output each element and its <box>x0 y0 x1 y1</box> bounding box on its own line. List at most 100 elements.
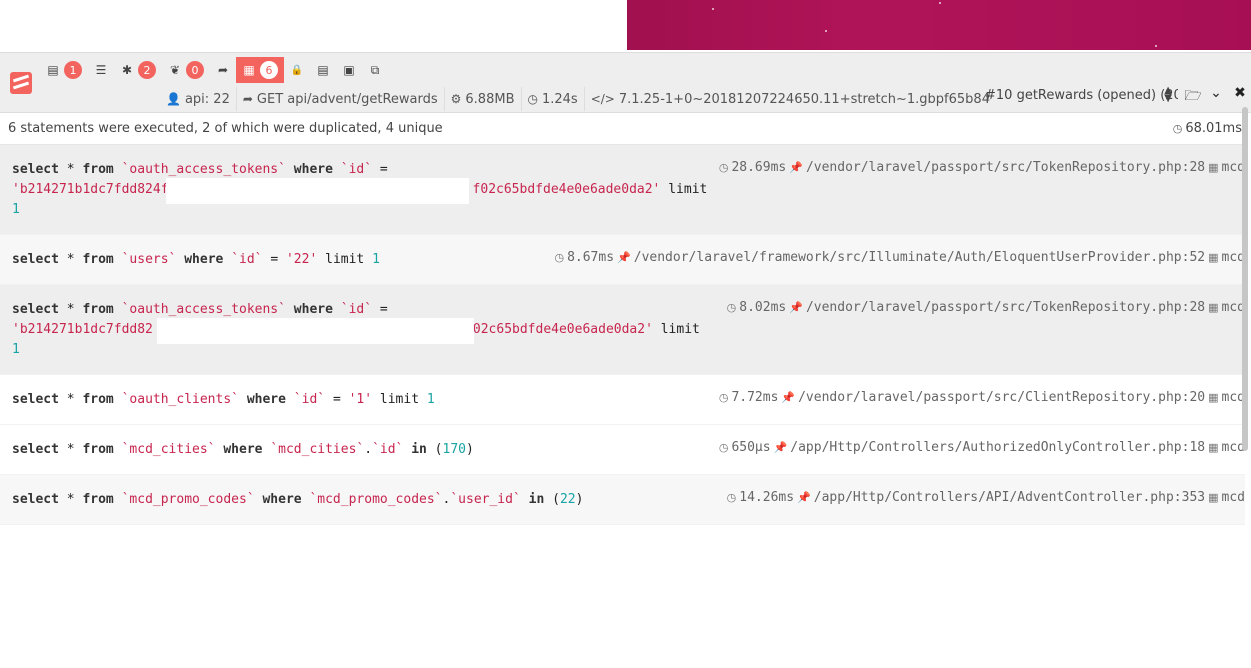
time-label: 1.24s <box>541 91 578 107</box>
query-meta: ◷ 8.02ms 📌 /vendor/laravel/passport/src/… <box>727 300 1245 315</box>
select-caret-icon: ▲ ▼ <box>1164 85 1172 104</box>
query-source-path[interactable]: /vendor/laravel/passport/src/TokenReposi… <box>806 300 1205 315</box>
query-meta: ◷ 8.67ms 📌 /vendor/laravel/framework/src… <box>554 250 1245 265</box>
tab-timeline[interactable]: ☰ <box>88 57 114 83</box>
messages-icon: ▤ <box>47 63 59 77</box>
share-icon: ➦ <box>242 92 253 106</box>
messages-count-badge: 1 <box>64 61 82 79</box>
clock-icon: ◷ <box>554 251 565 264</box>
query-meta: ◷ 28.69ms 📌 /vendor/laravel/passport/src… <box>719 160 1245 175</box>
clock-icon: ◷ <box>726 301 737 314</box>
query-row[interactable]: select * from `mcd_promo_codes` where `m… <box>0 475 1245 525</box>
tab-route[interactable]: ➦ <box>210 57 236 83</box>
debugbar: ▤ 1 ☰ ✱ 2 ❦ 0 ➦ ▦ 6 🔒 ▤ ▣ ⧉ 👤 api: 22 ➦ … <box>0 52 1251 668</box>
auth-user-label: api: 22 <box>184 91 230 107</box>
query-row[interactable]: select * from `oauth_clients` where `id`… <box>0 375 1245 425</box>
database-icon: ▦ <box>243 63 255 77</box>
database-icon: ▦ <box>1208 301 1219 314</box>
queries-count-badge: 6 <box>260 61 278 79</box>
open-folder-icon[interactable]: 🗁 <box>1184 85 1202 109</box>
minimize-icon[interactable]: ⌄ <box>1207 85 1225 101</box>
query-meta: ◷ 650μs 📌 /app/Http/Controllers/Authoriz… <box>719 440 1245 455</box>
query-row[interactable]: select * from `users``oauth_access_token… <box>0 145 1245 235</box>
tab-request[interactable]: ▤ <box>310 57 336 83</box>
query-meta: ◷ 14.26ms 📌 /app/Http/Controllers/API/Ad… <box>727 490 1245 505</box>
thumbtack-icon: 📌 <box>617 251 631 264</box>
query-duration: 14.26ms <box>739 490 795 505</box>
views-count-badge: 0 <box>186 61 204 79</box>
query-meta: ◷ 7.72ms 📌 /vendor/laravel/passport/src/… <box>719 390 1245 405</box>
thumbtack-icon: 📌 <box>781 391 796 404</box>
query-sql: select * from `oauth_clients` where `id`… <box>12 392 435 407</box>
query-duration: 28.69ms <box>731 160 787 175</box>
query-duration: 650μs <box>731 440 771 455</box>
tab-tags[interactable]: ⧉ <box>362 57 388 83</box>
memory-indicator[interactable]: ⚙ 6.88MB <box>445 87 522 111</box>
page-banner <box>627 0 1251 50</box>
clock-icon: ◷ <box>726 491 737 504</box>
lock-icon: 🔒 <box>290 64 304 76</box>
query-source-path[interactable]: /vendor/laravel/framework/src/Illuminate… <box>634 250 1205 265</box>
thumbtack-icon: 📌 <box>797 491 811 504</box>
query-row[interactable]: select * from `oauth_access_tokens` wher… <box>0 285 1245 375</box>
tab-messages[interactable]: ▤ 1 <box>40 57 88 83</box>
query-sql: select * from `users` where `id` = '22' … <box>12 252 380 267</box>
query-duration: 7.72ms <box>731 390 779 405</box>
debugbar-logo-icon[interactable] <box>10 72 32 94</box>
php-version-indicator[interactable]: </> 7.1.25-1+0~20181207224650.11+stretch… <box>585 87 996 111</box>
tab-queries[interactable]: ▦ 6 <box>236 57 284 83</box>
query-source-path[interactable]: /app/Http/Controllers/API/AdventControll… <box>814 490 1205 505</box>
clock-icon: ◷ <box>718 441 729 454</box>
close-icon[interactable]: ✖ <box>1231 85 1249 101</box>
auth-user-indicator[interactable]: 👤 api: 22 <box>160 87 237 111</box>
host-page <box>0 0 1251 52</box>
route-label: GET api/advent/getRewards <box>256 91 438 107</box>
route-icon: ➦ <box>217 63 229 77</box>
archive-icon: ▣ <box>343 63 355 77</box>
database-icon: ▦ <box>1208 391 1219 404</box>
query-row[interactable]: select * from `mcd_cities` where `mcd_ci… <box>0 425 1245 475</box>
memory-label: 6.88MB <box>465 91 515 107</box>
tab-auth[interactable]: 🔒 <box>284 57 310 83</box>
query-row[interactable]: select * from `users` where `id` = '22' … <box>0 235 1245 285</box>
query-duration: 8.67ms <box>567 250 615 265</box>
clock-icon: ◷ <box>527 92 538 106</box>
database-icon: ▦ <box>1208 441 1219 454</box>
query-duration: 8.02ms <box>739 300 787 315</box>
request-icon: ▤ <box>317 63 329 77</box>
query-source-path[interactable]: /vendor/laravel/passport/src/TokenReposi… <box>806 160 1205 175</box>
thumbtack-icon: 📌 <box>789 161 803 174</box>
query-source-path[interactable]: /app/Http/Controllers/AuthorizedOnlyCont… <box>790 440 1205 455</box>
debugbar-meta: 👤 api: 22 ➦ GET api/advent/getRewards ⚙ … <box>160 87 996 111</box>
tab-exceptions[interactable]: ✱ 2 <box>114 57 162 83</box>
redaction-box <box>157 318 474 344</box>
route-indicator[interactable]: ➦ GET api/advent/getRewards <box>237 87 445 111</box>
code-icon: </> <box>590 92 615 106</box>
request-history-value: #10 getRewards (opened) (20 <box>985 87 1178 103</box>
database-icon: ▦ <box>1208 491 1219 504</box>
query-sql: select * from `mcd_cities` where `mcd_ci… <box>12 442 474 457</box>
debugbar-tabs: ▤ 1 ☰ ✱ 2 ❦ 0 ➦ ▦ 6 🔒 ▤ ▣ ⧉ <box>40 57 388 83</box>
clock-icon: ◷ <box>718 161 729 174</box>
queries-total-time: ◷ 68.01ms <box>1173 121 1242 136</box>
query-source-path[interactable]: /vendor/laravel/passport/src/ClientRepos… <box>798 390 1205 405</box>
cogs-icon: ⚙ <box>450 92 462 106</box>
timeline-icon: ☰ <box>95 63 107 77</box>
clock-icon: ◷ <box>718 391 729 404</box>
vertical-scrollbar[interactable] <box>1242 107 1248 451</box>
tags-icon: ⧉ <box>370 62 380 77</box>
tab-views[interactable]: ❦ 0 <box>162 57 210 83</box>
redaction-box <box>166 178 469 204</box>
time-indicator[interactable]: ◷ 1.24s <box>522 87 585 111</box>
database-icon: ▦ <box>1208 161 1219 174</box>
query-connection: mcd <box>1221 490 1245 505</box>
debugbar-header: ▤ 1 ☰ ✱ 2 ❦ 0 ➦ ▦ 6 🔒 ▤ ▣ ⧉ 👤 api: 22 ➦ … <box>0 53 1251 113</box>
queries-summary-text: 6 statements were executed, 2 of which w… <box>8 121 443 136</box>
clock-icon: ◷ <box>1172 122 1183 135</box>
query-list: select * from `users``oauth_access_token… <box>0 145 1245 525</box>
database-icon: ▦ <box>1208 251 1219 264</box>
query-sql: select * from `mcd_promo_codes` where `m… <box>12 492 584 507</box>
tab-archive[interactable]: ▣ <box>336 57 362 83</box>
request-history-select[interactable]: #10 getRewards (opened) (20 ▲ ▼ <box>978 81 1178 109</box>
views-icon: ❦ <box>169 63 181 77</box>
